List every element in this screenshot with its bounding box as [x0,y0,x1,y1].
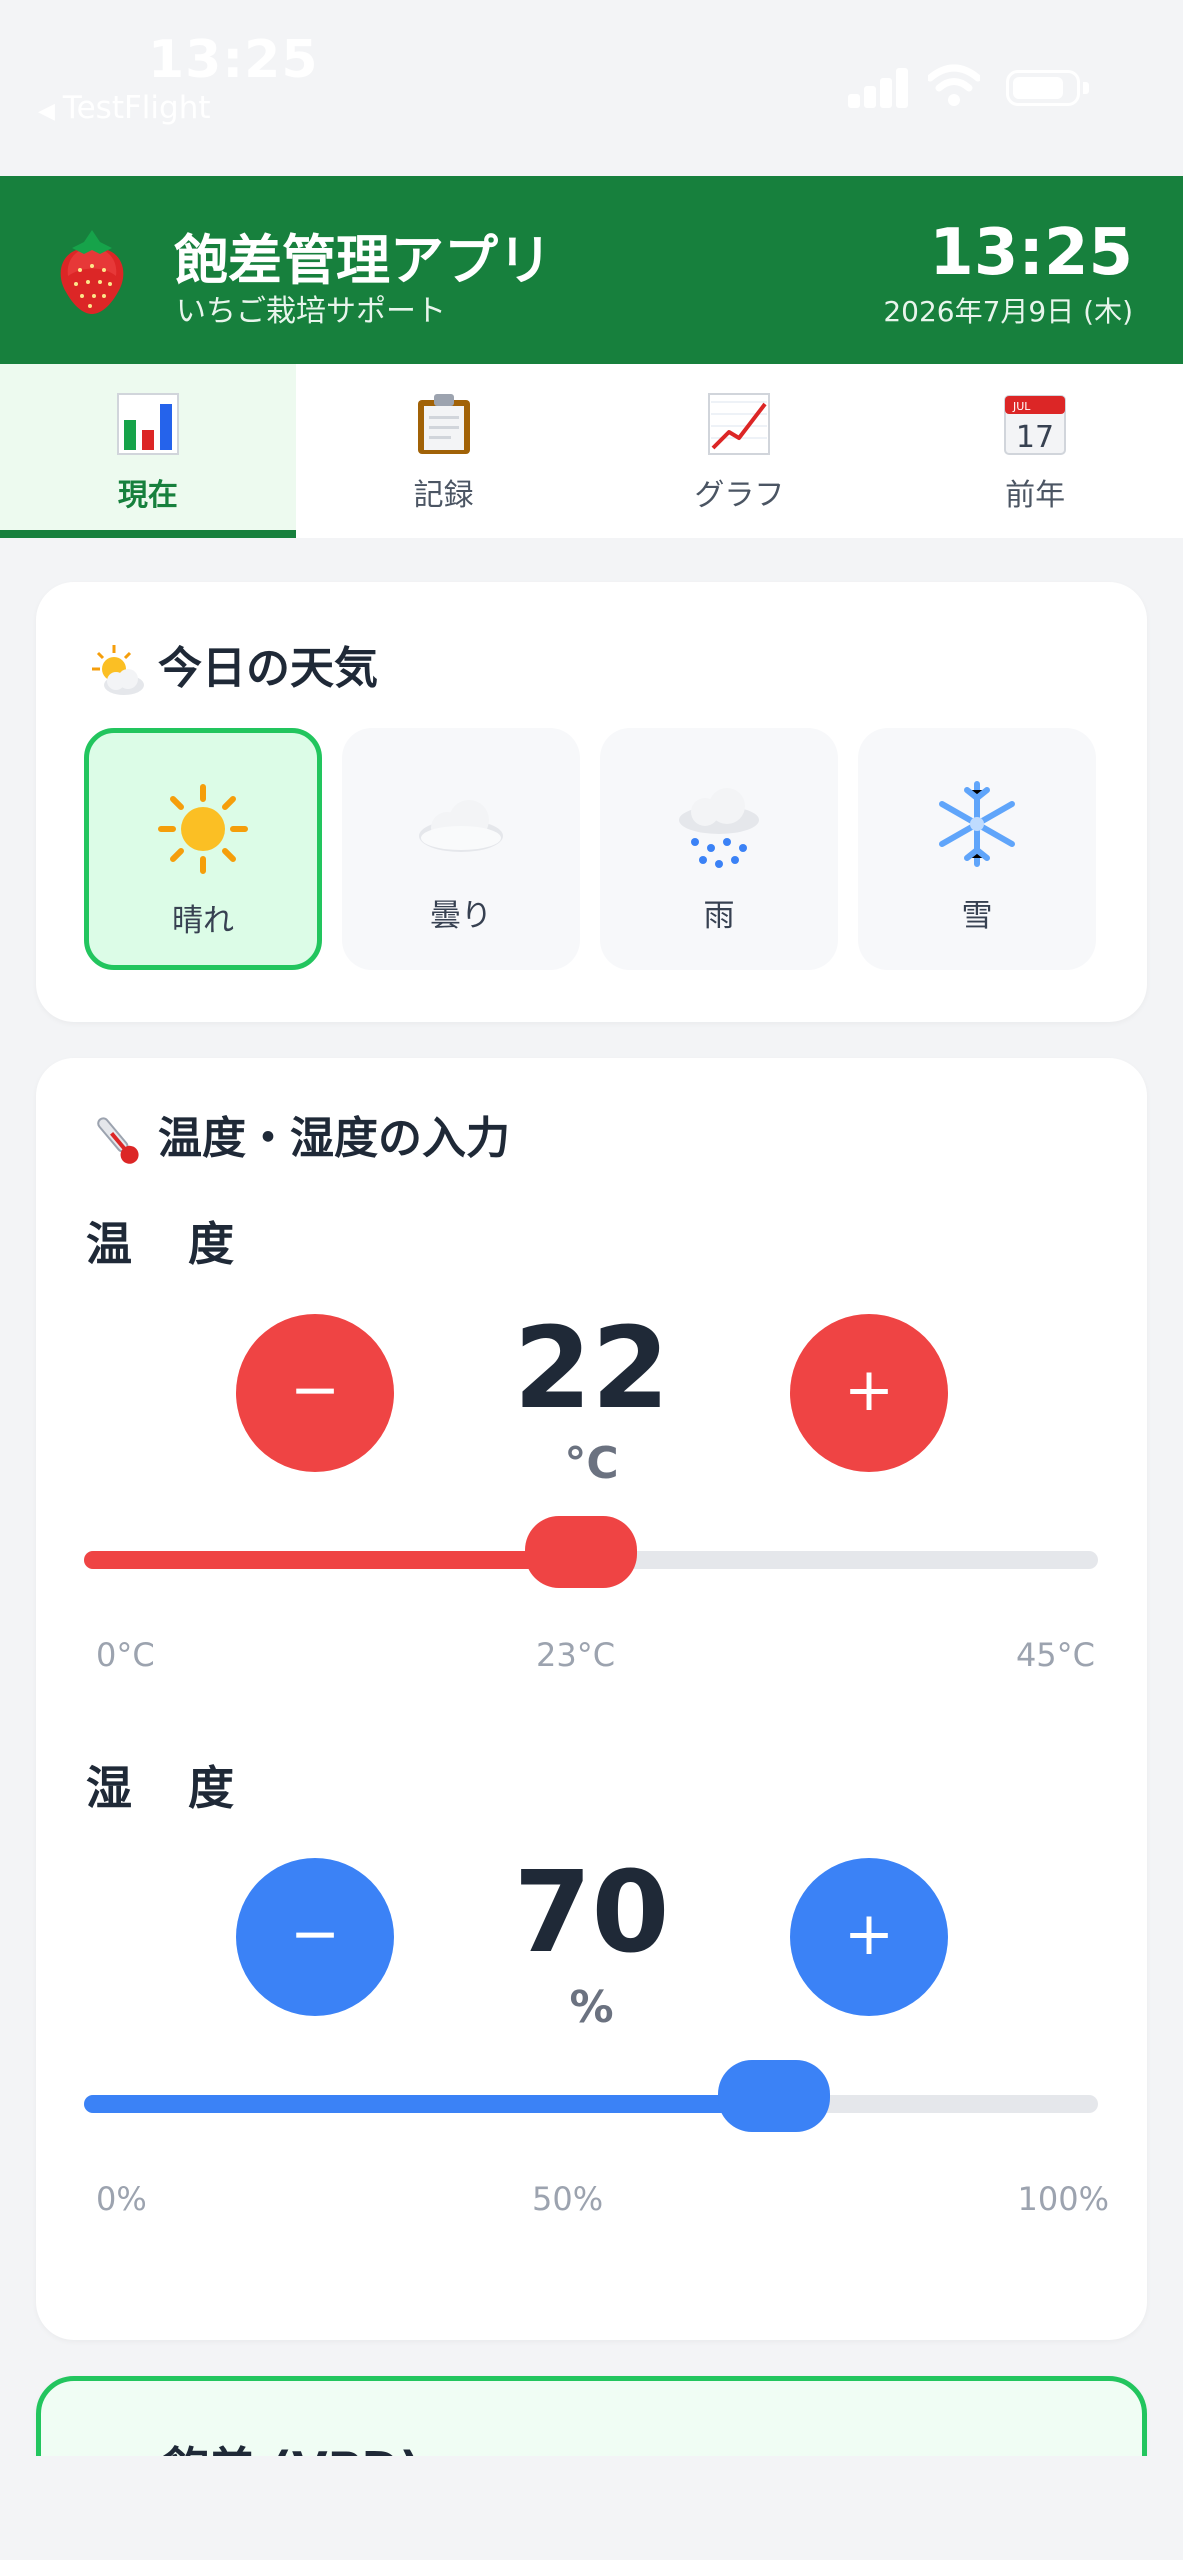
svg-text:17: 17 [1016,420,1054,455]
weather-option-label: 晴れ [172,903,234,939]
input-title-text: 温度・湿度の入力 [158,1113,510,1164]
temperature-slider-thumb[interactable] [524,1516,637,1588]
weather-title: 今日の天気 [88,632,378,701]
temperature-unit: °C [564,1438,619,1489]
temperature-slider[interactable] [84,1516,1098,1588]
weather-option-sunny[interactable]: 晴れ [84,728,322,970]
bar-chart-icon [116,393,179,455]
bottom-safe-area [0,2456,1183,2560]
line-chart-icon [708,393,771,455]
current-time: 13:25 [929,216,1133,290]
tab-graph[interactable]: グラフ [592,364,888,538]
battery-icon [1006,70,1089,106]
tab-bar: 現在 記録 グラフ JUL 17 前年 [0,364,1183,538]
status-time: 13:25 [148,30,319,90]
humidity-slider-fill [84,2095,774,2113]
app-header: 飽差管理アプリ いちご栽培サポート 13:25 2026年7月9日 (木) [0,176,1183,364]
status-bar: 13:25 ◀ TestFlight [0,0,1183,176]
back-to-testflight-link[interactable]: ◀ TestFlight [38,90,211,126]
tab-label: グラフ [694,478,785,513]
svg-text:JUL: JUL [1012,400,1031,413]
temperature-slider-fill [84,1551,581,1569]
weather-option-label: 雨 [703,898,735,934]
weather-title-text: 今日の天気 [158,643,378,694]
tab-records[interactable]: 記録 [296,364,592,538]
weather-option-snow[interactable]: 雪 [858,728,1096,970]
humidity-value: 70 [513,1848,670,1978]
tab-label: 前年 [1005,478,1066,513]
weather-option-label: 曇り [430,898,492,934]
thermometer-icon [97,1117,139,1164]
humidity-slider-thumb[interactable] [717,2060,830,2132]
back-arrow-icon: ◀ [38,99,55,124]
wifi-icon [928,64,980,106]
strawberry-icon [60,230,124,314]
app-title: 飽差管理アプリ [174,229,552,292]
humidity-unit: % [569,1982,614,2033]
calendar-icon: JUL 17 [1004,395,1067,455]
back-label: TestFlight [62,90,211,126]
tab-last-year[interactable]: JUL 17 前年 [887,364,1183,538]
humidity-mid-label: 50% [532,2180,604,2218]
rain-cloud-icon [679,788,759,868]
temperature-mid-label: 23°C [536,1636,616,1674]
tab-label: 記録 [413,478,474,513]
temperature-label: 温 度 [86,1217,255,1271]
tab-current[interactable]: 現在 [0,364,296,538]
humidity-label: 湿 度 [86,1761,255,1815]
sun-behind-cloud-icon [92,645,144,695]
tab-label: 現在 [117,478,178,513]
weather-option-rain[interactable]: 雨 [600,728,838,970]
snowflake-icon [939,781,1015,867]
app-screen: 13:25 ◀ TestFlight 飽差管理アプリ いちご栽培サポート 13:… [0,0,1183,2560]
temperature-value: 22 [513,1304,670,1434]
weather-option-label: 雪 [961,898,993,934]
humidity-max-label: 100% [1017,2180,1109,2218]
weather-option-cloudy[interactable]: 曇り [342,728,580,970]
app-subtitle: いちご栽培サポート [176,294,446,329]
humidity-min-label: 0% [96,2180,147,2218]
sun-icon [158,784,248,874]
temperature-max-label: 45°C [1015,1636,1095,1674]
input-title: 温度・湿度の入力 [88,1102,510,1171]
weather-card: 今日の天気 晴れ 曇り 雨 雪 [36,582,1147,1022]
cloud-icon [419,800,503,852]
humidity-slider[interactable] [84,2060,1098,2132]
clipboard-icon [417,394,470,454]
cellular-signal-icon [848,68,910,108]
current-date: 2026年7月9日 (木) [883,295,1133,328]
temp-humidity-input-card: 温度・湿度の入力 温 度 − + 22 °C 0°C 23°C 45°C 湿 度… [36,1058,1147,2340]
temperature-min-label: 0°C [96,1636,155,1674]
